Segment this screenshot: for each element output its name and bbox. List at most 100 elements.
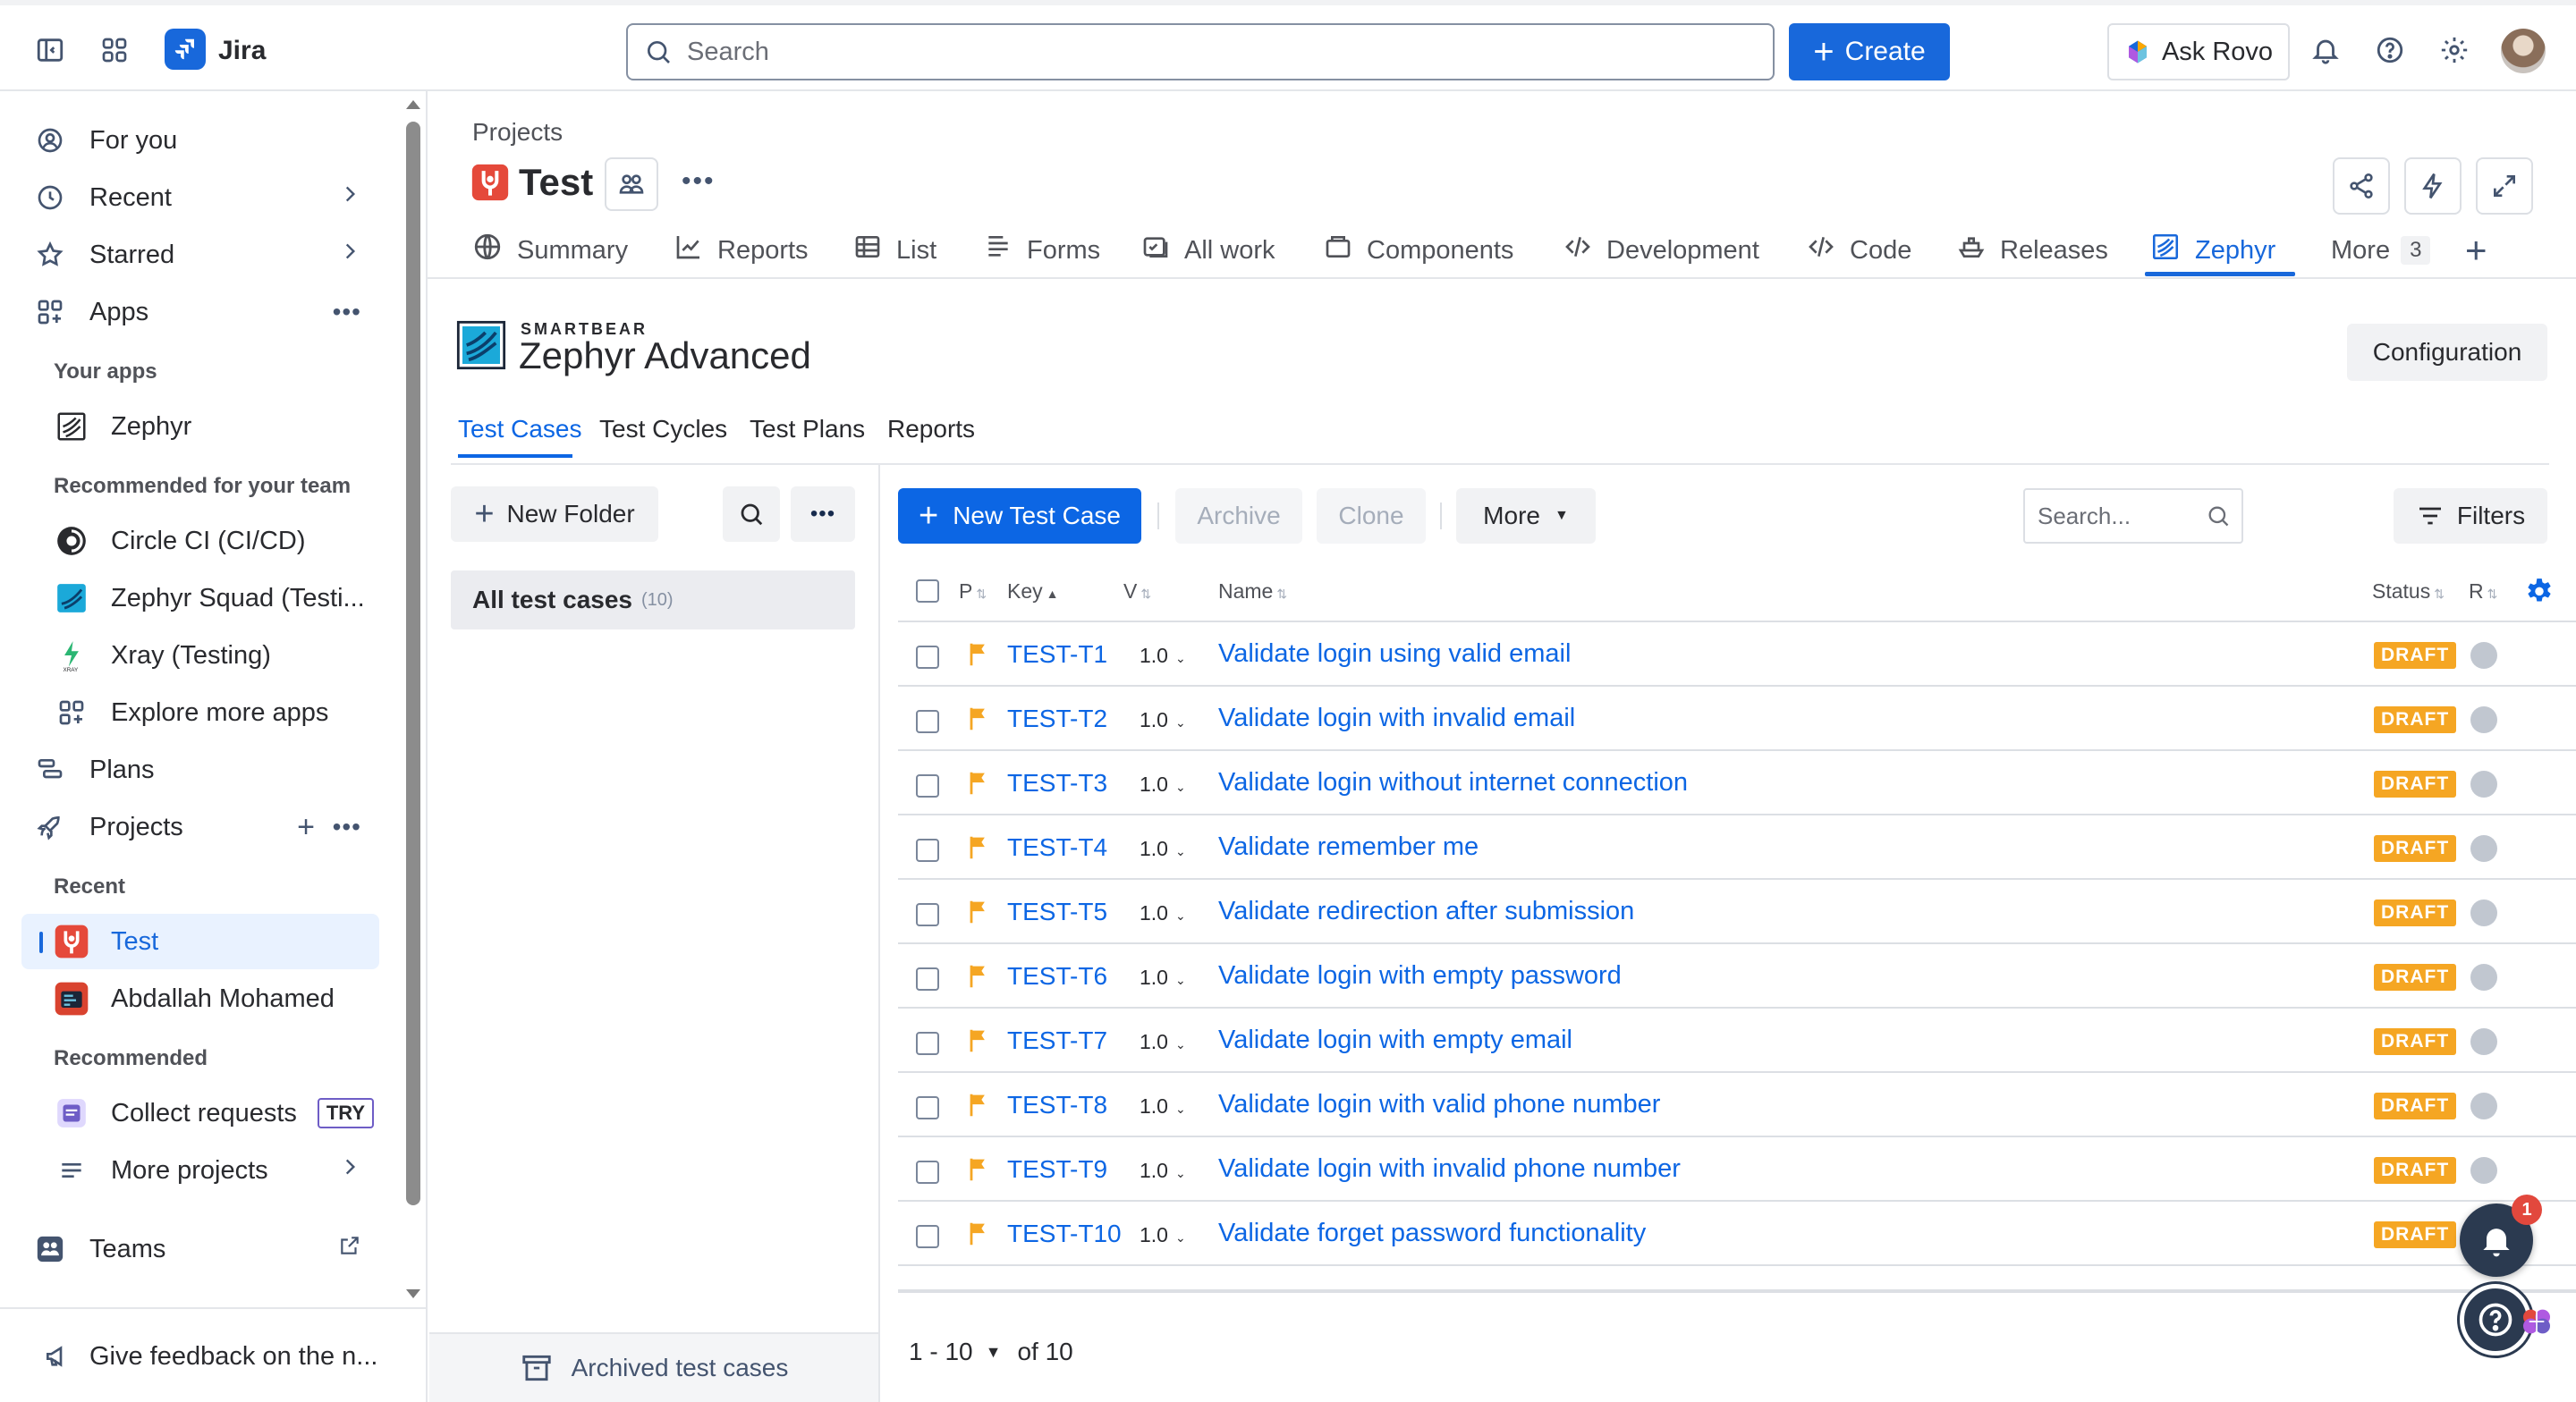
automation-lightning-icon[interactable]: [2404, 157, 2462, 215]
table-row[interactable]: TEST-T6 1.0 ⌄ Validate login with empty pas…: [898, 944, 2576, 1009]
sidebar-item-explore-apps[interactable]: Explore more apps: [21, 685, 379, 740]
filters-button[interactable]: Filters: [2394, 488, 2547, 544]
tab-development[interactable]: Development: [1563, 227, 1759, 274]
sidebar-scrollbar[interactable]: [402, 95, 424, 1307]
sidebar-item-apps[interactable]: Apps •••: [21, 284, 379, 340]
table-row[interactable]: TEST-T8 1.0 ⌄ Validate login with valid pho…: [898, 1073, 2576, 1137]
test-case-key-link[interactable]: TEST-T8: [1007, 1091, 1107, 1119]
new-folder-button[interactable]: + New Folder: [451, 486, 658, 542]
test-case-key-link[interactable]: TEST-T4: [1007, 833, 1107, 862]
feedback-button[interactable]: Give feedback on the n...: [21, 1329, 406, 1384]
team-icon[interactable]: [605, 157, 658, 211]
test-case-name-link[interactable]: Validate login without internet connecti…: [1218, 768, 1688, 798]
test-case-name-link[interactable]: Validate remember me: [1218, 832, 1479, 862]
tab-list[interactable]: List: [853, 227, 936, 274]
test-case-name-link[interactable]: Validate login with invalid phone number: [1218, 1154, 1681, 1184]
sidebar-toggle-icon[interactable]: [23, 23, 77, 77]
scrollbar-thumb[interactable]: [406, 122, 420, 1205]
more-options-icon[interactable]: •••: [333, 298, 361, 326]
folder-more-button[interactable]: •••: [791, 486, 855, 542]
column-header-r[interactable]: R ⇅: [2469, 579, 2497, 604]
new-test-case-button[interactable]: + New Test Case: [898, 488, 1141, 544]
column-header-name[interactable]: Name ⇅: [1218, 579, 1287, 604]
column-header-version[interactable]: V ⇅: [1123, 579, 1151, 604]
sidebar-item-zephyr-squad[interactable]: Zephyr Squad (Testi...: [21, 570, 379, 626]
app-name[interactable]: Jira: [218, 36, 266, 66]
sidebar-item-xray[interactable]: XRAY Xray (Testing): [21, 628, 379, 683]
row-checkbox[interactable]: [916, 967, 939, 991]
tab-code[interactable]: Code: [1807, 227, 1911, 274]
sidebar-item-collect-requests[interactable]: Collect requests TRY: [21, 1085, 379, 1141]
test-case-name-link[interactable]: Validate login using valid email: [1218, 639, 1571, 669]
more-options-icon[interactable]: •••: [333, 813, 361, 841]
sidebar-item-teams[interactable]: Teams: [21, 1221, 379, 1277]
version-dropdown[interactable]: 1.0 ⌄: [1140, 773, 1186, 797]
test-case-key-link[interactable]: TEST-T2: [1007, 705, 1107, 733]
tab-reports[interactable]: Reports: [674, 227, 809, 274]
row-checkbox[interactable]: [916, 839, 939, 862]
share-icon[interactable]: [2333, 157, 2390, 215]
table-row[interactable]: TEST-T10 1.0 ⌄ Validate forget password fun…: [898, 1202, 2576, 1266]
ask-rovo-button[interactable]: Ask Rovo: [2107, 23, 2290, 80]
chevron-down-icon[interactable]: ▼: [986, 1343, 1002, 1362]
jira-logo-icon[interactable]: [165, 29, 206, 70]
pagination-range[interactable]: 1 - 10: [909, 1338, 973, 1366]
add-project-icon[interactable]: +: [297, 810, 315, 845]
fullscreen-expand-icon[interactable]: [2476, 157, 2533, 215]
row-checkbox[interactable]: [916, 1225, 939, 1248]
version-dropdown[interactable]: 1.0 ⌄: [1140, 966, 1186, 990]
help-icon[interactable]: [2363, 23, 2417, 77]
notifications-bell-icon[interactable]: [2299, 23, 2352, 77]
test-case-name-link[interactable]: Validate login with empty password: [1218, 961, 1622, 991]
tab-more[interactable]: More 3: [2331, 227, 2431, 274]
test-case-key-link[interactable]: TEST-T9: [1007, 1155, 1107, 1184]
tab-all-work[interactable]: All work: [1141, 227, 1275, 274]
test-case-name-link[interactable]: Validate login with invalid email: [1218, 704, 1575, 733]
row-checkbox[interactable]: [916, 646, 939, 669]
row-checkbox[interactable]: [916, 1032, 939, 1055]
row-checkbox[interactable]: [916, 903, 939, 926]
subtab-test-cycles[interactable]: Test Cycles: [599, 415, 727, 443]
test-case-name-link[interactable]: Validate redirection after submission: [1218, 897, 1634, 926]
add-tab-icon[interactable]: +: [2465, 227, 2487, 274]
tab-zephyr[interactable]: Zephyr: [2150, 227, 2275, 274]
table-row[interactable]: TEST-T3 1.0 ⌄ Validate login without intern…: [898, 751, 2576, 815]
sidebar-item-circle-ci[interactable]: Circle CI (CI/CD): [21, 513, 379, 569]
settings-gear-icon[interactable]: [2428, 23, 2481, 77]
version-dropdown[interactable]: 1.0 ⌄: [1140, 1159, 1186, 1183]
table-bottom-scrollbar[interactable]: [898, 1289, 2576, 1293]
test-case-key-link[interactable]: TEST-T10: [1007, 1220, 1122, 1248]
test-case-name-link[interactable]: Validate login with valid phone number: [1218, 1090, 1660, 1119]
configuration-button[interactable]: Configuration: [2347, 324, 2547, 381]
more-dropdown-button[interactable]: More ▼: [1456, 488, 1596, 544]
test-case-key-link[interactable]: TEST-T1: [1007, 640, 1107, 669]
app-switcher-icon[interactable]: [88, 23, 141, 77]
sidebar-item-more-projects[interactable]: More projects: [21, 1143, 379, 1198]
tab-forms[interactable]: Forms: [984, 227, 1100, 274]
subtab-test-plans[interactable]: Test Plans: [750, 415, 865, 443]
test-case-search-input[interactable]: Search...: [2023, 488, 2243, 544]
version-dropdown[interactable]: 1.0 ⌄: [1140, 1030, 1186, 1054]
row-checkbox[interactable]: [916, 774, 939, 798]
sidebar-item-project-abdallah[interactable]: Abdallah Mohamed: [21, 971, 379, 1026]
test-case-key-link[interactable]: TEST-T7: [1007, 1026, 1107, 1055]
table-row[interactable]: TEST-T9 1.0 ⌄ Validate login with invalid p…: [898, 1137, 2576, 1202]
subtab-reports[interactable]: Reports: [887, 415, 975, 443]
test-case-key-link[interactable]: TEST-T3: [1007, 769, 1107, 798]
clone-button[interactable]: Clone: [1317, 488, 1426, 544]
version-dropdown[interactable]: 1.0 ⌄: [1140, 901, 1186, 925]
row-checkbox[interactable]: [916, 1096, 939, 1119]
tab-summary[interactable]: Summary: [472, 227, 628, 274]
scroll-down-arrow-icon[interactable]: [406, 1289, 420, 1298]
table-row[interactable]: TEST-T2 1.0 ⌄ Validate login with invalid e…: [898, 687, 2576, 751]
breadcrumb[interactable]: Projects: [472, 118, 563, 147]
sidebar-item-starred[interactable]: Starred: [21, 227, 379, 283]
row-checkbox[interactable]: [916, 710, 939, 733]
test-case-name-link[interactable]: Validate forget password functionality: [1218, 1219, 1646, 1248]
column-header-priority[interactable]: P ⇅: [959, 579, 987, 604]
version-dropdown[interactable]: 1.0 ⌄: [1140, 1223, 1186, 1247]
tab-releases[interactable]: Releases: [1957, 227, 2108, 274]
subtab-test-cases[interactable]: Test Cases: [458, 415, 582, 443]
test-case-name-link[interactable]: Validate login with empty email: [1218, 1026, 1572, 1055]
test-case-key-link[interactable]: TEST-T6: [1007, 962, 1107, 991]
